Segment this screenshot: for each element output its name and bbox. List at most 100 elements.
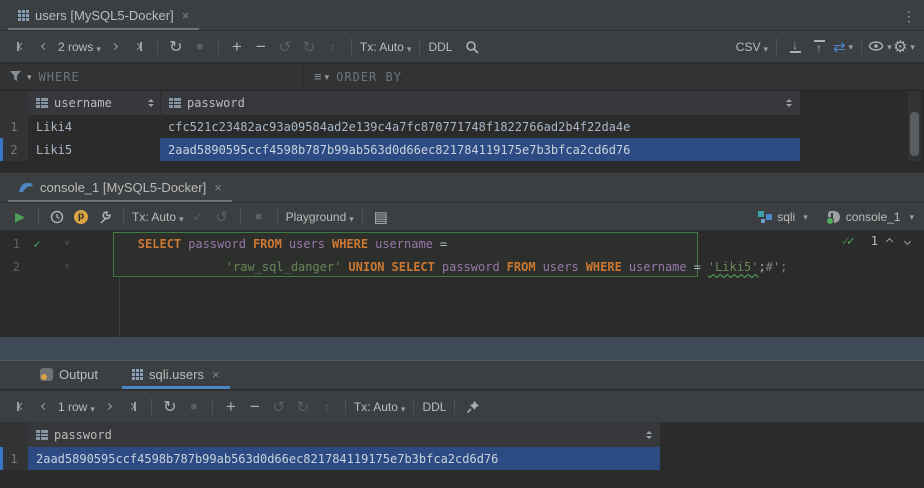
tab-users-table[interactable]: users [MySQL5-Docker] × (8, 0, 199, 30)
where-filter-input[interactable]: ▾ WHERE (0, 70, 303, 84)
export-format-dropdown[interactable]: CSV▾ (736, 40, 768, 54)
result-toolbar: 1 row▾ ↻ ■ + − ↺ ↻ ↑ Tx: Auto▾ DDL (0, 390, 924, 422)
sort-icon[interactable] (148, 99, 154, 107)
inspection-widget: ✓✓ 1 (842, 234, 910, 248)
sort-icon[interactable] (646, 431, 652, 439)
sync-icon[interactable]: ⇄▾ (831, 36, 855, 58)
prev-page-button[interactable] (32, 396, 56, 418)
prev-result-chevron[interactable] (886, 237, 893, 244)
column-header-username[interactable]: username (28, 91, 160, 115)
row-number[interactable]: 2 (0, 138, 28, 161)
row-number[interactable]: 1 (0, 447, 28, 470)
cell-username[interactable]: Liki4 (28, 115, 160, 138)
selected-row-marker (0, 447, 3, 470)
stop-icon: ■ (188, 36, 212, 58)
fold-marker-icon[interactable]: ▿ (54, 261, 80, 272)
close-icon[interactable]: × (212, 367, 220, 382)
first-page-button[interactable] (8, 36, 32, 58)
mysql-dolphin-icon (18, 181, 34, 193)
add-row-icon[interactable]: + (225, 36, 249, 58)
delete-row-icon[interactable]: − (243, 396, 267, 418)
sort-icon[interactable] (786, 99, 792, 107)
search-icon[interactable] (460, 36, 484, 58)
funnel-icon (10, 71, 22, 82)
session-icon (828, 211, 840, 223)
schema-icon (758, 211, 772, 223)
cell-username[interactable]: Liki5 (28, 138, 160, 161)
column-header-password[interactable]: password (160, 91, 800, 115)
pin-icon[interactable] (461, 396, 485, 418)
cell-password[interactable]: cfc521c23482ac93a09584ad2e139c4a7fc87077… (160, 115, 800, 138)
next-page-button[interactable] (97, 396, 121, 418)
tx-mode-dropdown[interactable]: Tx: Auto▾ (360, 40, 412, 54)
row-number[interactable]: 1 (0, 115, 28, 138)
result-header-row: password (0, 423, 660, 447)
order-by-input[interactable]: ≡▾ ORDER BY (304, 69, 402, 84)
column-icon (169, 98, 181, 108)
active-tab-underline (122, 386, 230, 389)
bottom-tab-bar: Output sqli.users × (0, 360, 924, 389)
column-icon (36, 430, 48, 440)
delete-row-icon[interactable]: − (249, 36, 273, 58)
ddl-button[interactable]: DDL (428, 40, 452, 54)
selected-row-marker (0, 138, 3, 161)
tx-mode-dropdown[interactable]: Tx: Auto▾ (354, 400, 406, 414)
playground-mode-dropdown[interactable]: Playground▾ (286, 210, 354, 224)
session-switcher-dropdown[interactable]: console_1▾ (828, 210, 914, 224)
tx-mode-dropdown[interactable]: Tx: Auto▾ (132, 210, 184, 224)
page-size-dropdown[interactable]: 1 row▾ (58, 400, 95, 414)
add-row-icon[interactable]: + (219, 396, 243, 418)
schema-switcher-dropdown[interactable]: sqli▾ (758, 210, 808, 224)
revert-icon: ↻ (291, 396, 315, 418)
undo-icon: ↺ (267, 396, 291, 418)
executed-ok-icon: ✓ (20, 237, 54, 251)
fold-marker-icon[interactable]: ▿ (54, 238, 80, 249)
tab-console[interactable]: console_1 [MySQL5-Docker] × (8, 172, 232, 202)
run-button[interactable]: ▶ (8, 206, 32, 228)
history-clock-icon[interactable] (45, 206, 69, 228)
close-icon[interactable]: × (182, 8, 190, 23)
order-by-icon: ≡ (314, 69, 322, 84)
prev-page-button[interactable] (32, 36, 56, 58)
gear-icon[interactable]: ⚙▾ (892, 36, 916, 58)
result-count: 1 (871, 234, 878, 248)
results-ok-icon: ✓✓ (842, 234, 862, 248)
next-page-button[interactable] (103, 36, 127, 58)
column-header-password[interactable]: password (28, 423, 660, 447)
export-data-icon[interactable]: ↓ (783, 36, 807, 58)
stop-icon: ■ (182, 396, 206, 418)
console-output-icon (40, 368, 53, 381)
last-page-button[interactable] (121, 396, 145, 418)
splitter-bar[interactable] (0, 337, 924, 360)
cell-password-selected[interactable]: 2aad5890595ccf4598b787b99ab563d0d66ec821… (160, 138, 800, 161)
submit-icon: ↑ (321, 36, 345, 58)
import-data-icon[interactable]: ↑ (807, 36, 831, 58)
cell-password-selected[interactable]: 2aad5890595ccf4598b787b99ab563d0d66ec821… (28, 447, 660, 470)
next-result-chevron[interactable] (904, 237, 911, 244)
grid-header-row: username password (0, 91, 800, 115)
kebab-menu-icon[interactable]: ⋮ (902, 8, 916, 25)
undo-icon: ↺ (273, 36, 297, 58)
tab-result-sqli-users[interactable]: sqli.users × (122, 360, 230, 389)
grid-toolbar: 2 rows▾ ↻ ■ + − ↺ ↻ ↑ Tx: Auto▾ DDL CSV▾… (0, 31, 924, 62)
close-icon[interactable]: × (214, 180, 222, 195)
line-number: 1 (0, 237, 20, 251)
page-size-dropdown[interactable]: 2 rows▾ (58, 40, 101, 54)
ide-window: users [MySQL5-Docker] × ⋮ 2 rows▾ ↻ ■ + … (0, 0, 924, 488)
ddl-button[interactable]: DDL (422, 400, 446, 414)
reload-icon[interactable]: ↻ (158, 396, 182, 418)
table-row: 1 Liki4 cfc521c23482ac93a09584ad2e139c4a… (0, 115, 800, 138)
sql-editor[interactable]: 1 ✓ ▿ SELECTpasswordFROMusersWHEREuserna… (0, 230, 924, 337)
last-page-button[interactable] (127, 36, 151, 58)
reload-icon[interactable]: ↻ (164, 36, 188, 58)
column-icon (36, 98, 48, 108)
first-page-button[interactable] (8, 396, 32, 418)
filter-bar: ▾ WHERE ≡▾ ORDER BY (0, 63, 924, 90)
submit-icon: ↑ (315, 396, 339, 418)
tab-output[interactable]: Output (30, 360, 108, 389)
line-number: 2 (0, 260, 20, 274)
eye-icon[interactable]: ▾ (868, 36, 892, 58)
table-grid-icon (18, 10, 29, 21)
scrollbar-thumb[interactable] (910, 112, 919, 156)
fold-guide-line (119, 278, 120, 337)
